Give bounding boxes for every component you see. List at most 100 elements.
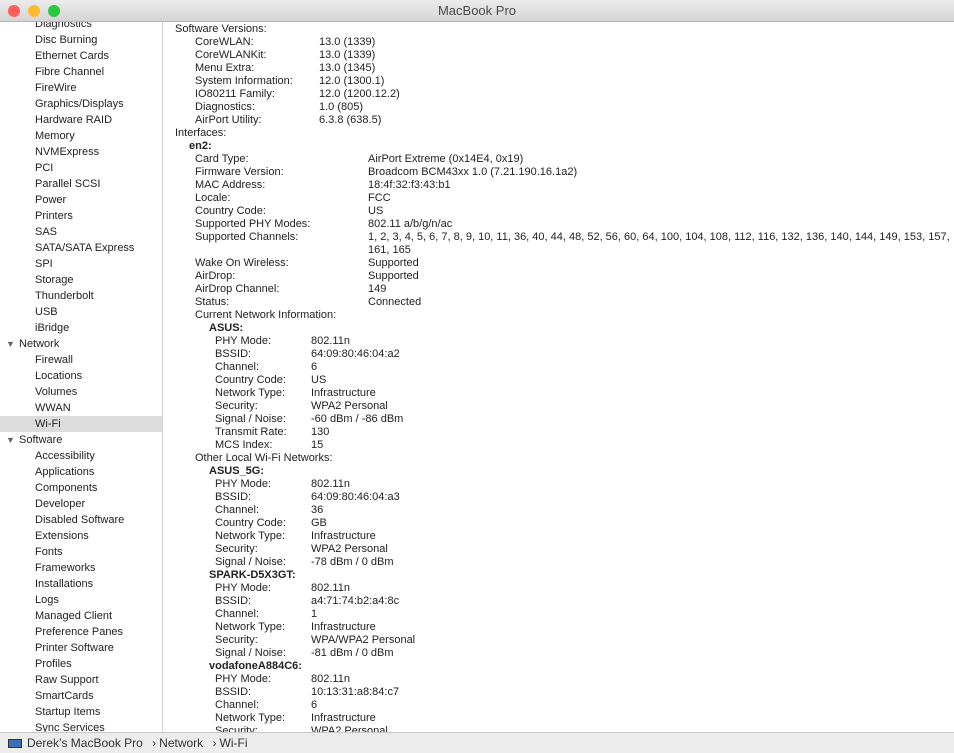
info-row: BSSID: 10:13:31:a8:84:c7 <box>215 686 399 699</box>
sidebar-item-label: Sync Services <box>35 722 105 732</box>
sidebar-item[interactable]: SmartCards <box>0 688 162 704</box>
info-value: WPA2 Personal <box>311 400 388 412</box>
info-label: Locale: <box>195 192 231 204</box>
sidebar-item[interactable]: NVMExpress <box>0 144 162 160</box>
sidebar-item[interactable]: Power <box>0 192 162 208</box>
sidebar-item[interactable]: Diagnostics <box>0 22 162 32</box>
sidebar-item[interactable]: Memory <box>0 128 162 144</box>
info-label: AirDrop: <box>195 270 236 282</box>
info-value: 6 <box>311 361 318 373</box>
close-button[interactable] <box>8 5 20 17</box>
info-label: Signal / Noise: <box>215 413 286 425</box>
sidebar-item[interactable]: Hardware RAID <box>0 112 162 128</box>
sidebar-item[interactable]: Accessibility <box>0 448 162 464</box>
sidebar-item[interactable]: SAS <box>0 224 162 240</box>
info-label: Transmit Rate: <box>215 426 287 438</box>
zoom-button[interactable] <box>48 5 60 17</box>
sidebar-item-label: Accessibility <box>35 450 95 462</box>
info-label: Security: <box>215 400 258 412</box>
sidebar-item[interactable]: Locations <box>0 368 162 384</box>
info-value: Infrastructure <box>311 621 376 633</box>
minimize-button[interactable] <box>28 5 40 17</box>
sidebar-item[interactable]: Graphics/Displays <box>0 96 162 112</box>
path-wifi[interactable]: Wi-Fi <box>220 736 248 750</box>
sidebar-item[interactable]: Storage <box>0 272 162 288</box>
title-bar: MacBook Pro <box>0 0 954 22</box>
sidebar-item[interactable]: Preference Panes <box>0 624 162 640</box>
sidebar-item[interactable]: FireWire <box>0 80 162 96</box>
info-label: Country Code: <box>195 205 266 217</box>
sidebar-item-label: USB <box>35 306 58 318</box>
info-value: 6.3.8 (638.5) <box>319 114 382 126</box>
info-value: -81 dBm / 0 dBm <box>311 647 394 659</box>
disclosure-triangle-icon[interactable]: ▼ <box>6 336 15 352</box>
disclosure-triangle-icon[interactable]: ▼ <box>6 432 15 448</box>
sidebar-item[interactable]: Ethernet Cards <box>0 48 162 64</box>
detail-pane: Software Versions: CoreWLAN: 13.0 (1339) Co… <box>164 22 954 732</box>
info-label: Security: <box>215 634 258 646</box>
sidebar-item[interactable]: Firewall <box>0 352 162 368</box>
sidebar-item[interactable]: Profiles <box>0 656 162 672</box>
info-row: Signal / Noise: -78 dBm / 0 dBm <box>215 556 394 569</box>
sidebar-item[interactable]: Disc Burning <box>0 32 162 48</box>
sidebar-item[interactable]: ▼ Software <box>0 432 162 448</box>
sidebar-item[interactable]: Applications <box>0 464 162 480</box>
sidebar-item-label: Raw Support <box>35 674 99 686</box>
sidebar-item[interactable]: Thunderbolt <box>0 288 162 304</box>
sidebar-item[interactable]: Startup Items <box>0 704 162 720</box>
sidebar-item[interactable]: Components <box>0 480 162 496</box>
section-header: Other Local Wi-Fi Networks: <box>195 452 333 465</box>
sidebar-item[interactable]: Managed Client <box>0 608 162 624</box>
sidebar-item-label: Volumes <box>35 386 78 398</box>
info-value: Supported <box>368 257 419 269</box>
sidebar-item[interactable]: Disabled Software <box>0 512 162 528</box>
sidebar-item[interactable]: PCI <box>0 160 162 176</box>
sidebar-item[interactable]: iBridge <box>0 320 162 336</box>
sidebar-item[interactable]: USB <box>0 304 162 320</box>
info-value: 802.11n <box>311 335 350 347</box>
section-header: Software Versions: <box>175 23 267 36</box>
sidebar-item[interactable]: ▼ Network <box>0 336 162 352</box>
info-value: Broadcom BCM43xx 1.0 (7.21.190.16.1a2) <box>368 166 578 178</box>
info-row: Channel: 6 <box>215 699 317 712</box>
sidebar-item[interactable]: Fonts <box>0 544 162 560</box>
sidebar-item[interactable]: Volumes <box>0 384 162 400</box>
info-row: Wake On Wireless: Supported <box>195 257 419 270</box>
sidebar-item[interactable]: WWAN <box>0 400 162 416</box>
sidebar-item[interactable]: Fibre Channel <box>0 64 162 80</box>
sidebar-item[interactable]: Extensions <box>0 528 162 544</box>
info-value: WPA2 Personal <box>311 543 388 555</box>
sidebar-item-label: Power <box>35 194 67 206</box>
sidebar-item[interactable]: Printer Software <box>0 640 162 656</box>
sidebar-item[interactable]: Frameworks <box>0 560 162 576</box>
sidebar-item[interactable]: Parallel SCSI <box>0 176 162 192</box>
sidebar[interactable]: Diagnostics Disc Burning Ethernet Cards Fib… <box>0 22 163 732</box>
sidebar-item[interactable]: Developer <box>0 496 162 512</box>
info-label: Card Type: <box>195 153 249 165</box>
laptop-icon <box>8 739 22 748</box>
info-value: US <box>368 205 384 217</box>
sidebar-item[interactable]: Wi-Fi <box>0 416 162 432</box>
sidebar-item[interactable]: Printers <box>0 208 162 224</box>
sidebar-item[interactable]: Installations <box>0 576 162 592</box>
sidebar-item[interactable]: Sync Services <box>0 720 162 732</box>
sidebar-item[interactable]: SATA/SATA Express <box>0 240 162 256</box>
info-row: Transmit Rate: 130 <box>215 426 329 439</box>
info-value: Connected <box>368 296 422 308</box>
sidebar-item[interactable]: Logs <box>0 592 162 608</box>
info-value: AirPort Extreme (0x14E4, 0x19) <box>368 153 524 165</box>
info-row: Status: Connected <box>195 296 421 309</box>
path-computer[interactable]: Derek’s MacBook Pro <box>27 736 143 750</box>
info-value: GB <box>311 517 327 529</box>
sidebar-item[interactable]: SPI <box>0 256 162 272</box>
info-label: Country Code: <box>215 374 286 386</box>
sidebar-item-label: Developer <box>35 498 86 510</box>
sidebar-item[interactable]: Raw Support <box>0 672 162 688</box>
info-row: Security: WPA/WPA2 Personal <box>215 634 415 647</box>
sidebar-item-label: SmartCards <box>35 690 94 702</box>
info-row: Menu Extra: 13.0 (1345) <box>195 62 375 75</box>
path-bar: Derek’s MacBook Pro › Network › Wi-Fi <box>0 732 954 753</box>
info-label: BSSID: <box>215 595 252 607</box>
path-network[interactable]: Network <box>159 736 203 750</box>
sidebar-item-label: Disabled Software <box>35 514 125 526</box>
